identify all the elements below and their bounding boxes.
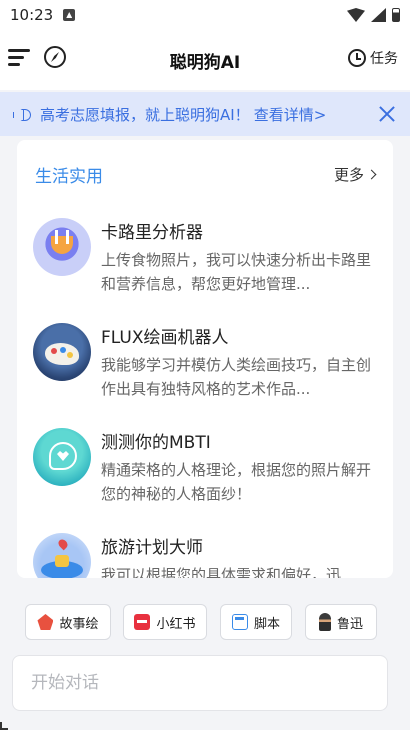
tasks-label: 任务: [370, 51, 398, 67]
battery-icon: [392, 8, 400, 22]
item-description: 精通荣格的人格理论，根据您的照片解开您的神秘的人格面纱！: [101, 461, 372, 503]
sim-card-icon: [63, 9, 76, 21]
top-app-bar: 聪明狗AI 任务: [0, 30, 410, 90]
luxun-icon: [318, 613, 331, 631]
mbti-heart-avatar: [33, 428, 91, 486]
history-icon: [348, 49, 366, 67]
chip-label: 鲁迅: [336, 616, 363, 632]
chip-script[interactable]: 脚本: [220, 604, 292, 640]
status-bar: 10:23: [0, 0, 410, 30]
chip-label: 脚本: [253, 616, 280, 632]
more-label: 更多: [333, 166, 364, 184]
wifi-icon: [347, 8, 365, 22]
story-icon: [37, 614, 54, 630]
tasks-button[interactable]: 任务: [348, 48, 398, 68]
painting-palette-avatar: [33, 323, 91, 381]
announcement-banner[interactable]: 高考志愿填报，就上聪明狗AI！ 查看详情>: [0, 92, 410, 136]
item-description: 我能够学习并模仿人类绘画技巧，自主创作出具有独特风格的艺术作品...: [101, 356, 372, 398]
script-icon: [231, 614, 248, 630]
xiaohongshu-icon: [134, 614, 151, 630]
list-item[interactable]: 测测你的MBTI 精通荣格的人格理论，根据您的照片解开您的神秘的人格面纱！: [33, 428, 377, 518]
chip-label: 小红书: [156, 616, 196, 632]
item-name: FLUX绘画机器人: [101, 328, 229, 348]
list-item[interactable]: 卡路里分析器 上传食物照片，我可以快速分析出卡路里和营养信息，帮您更好地管理..…: [33, 218, 377, 308]
section-title: 生活实用: [35, 167, 103, 187]
corner-handle: [0, 722, 8, 730]
more-button[interactable]: 更多: [333, 164, 377, 185]
calorie-analyzer-avatar: [33, 218, 91, 276]
item-name: 测测你的MBTI: [101, 433, 211, 453]
quick-chips: 故事绘 小红书 脚本 鲁迅: [25, 604, 377, 640]
banner-details-link[interactable]: 查看详情>: [254, 104, 327, 125]
item-description: 上传食物照片，我可以快速分析出卡路里和营养信息，帮您更好地管理...: [101, 251, 372, 293]
chip-xiaohongshu[interactable]: 小红书: [123, 604, 207, 640]
item-description: 我可以根据您的具体需求和偏好，迅: [101, 566, 342, 578]
chip-luxun[interactable]: 鲁迅: [305, 604, 377, 640]
signal-icon: [371, 8, 386, 22]
chip-story[interactable]: 故事绘: [25, 604, 111, 640]
status-time: 10:23: [10, 6, 54, 24]
close-icon[interactable]: [378, 105, 396, 123]
chat-input[interactable]: [31, 673, 369, 693]
chevron-right-icon: [366, 169, 377, 180]
list-item[interactable]: FLUX绘画机器人 我能够学习并模仿人类绘画技巧，自主创作出具有独特风格的艺术作…: [33, 323, 377, 413]
banner-text: 高考志愿填报，就上聪明狗AI！: [40, 105, 250, 124]
chip-label: 故事绘: [59, 616, 99, 632]
speaker-icon: [12, 105, 32, 123]
list-item[interactable]: 旅游计划大师 我可以根据您的具体需求和偏好，迅: [33, 533, 377, 578]
status-indicators: [347, 8, 400, 22]
item-name: 旅游计划大师: [101, 538, 203, 558]
item-name: 卡路里分析器: [101, 223, 203, 243]
life-utility-card: 生活实用 更多 卡路里分析器 上传食物照片，我可以快速分析出卡路里和营养信息，帮…: [17, 140, 393, 578]
chat-input-container: [12, 655, 388, 711]
travel-planner-avatar: [33, 533, 91, 578]
card-header: 生活实用 更多: [35, 162, 377, 187]
